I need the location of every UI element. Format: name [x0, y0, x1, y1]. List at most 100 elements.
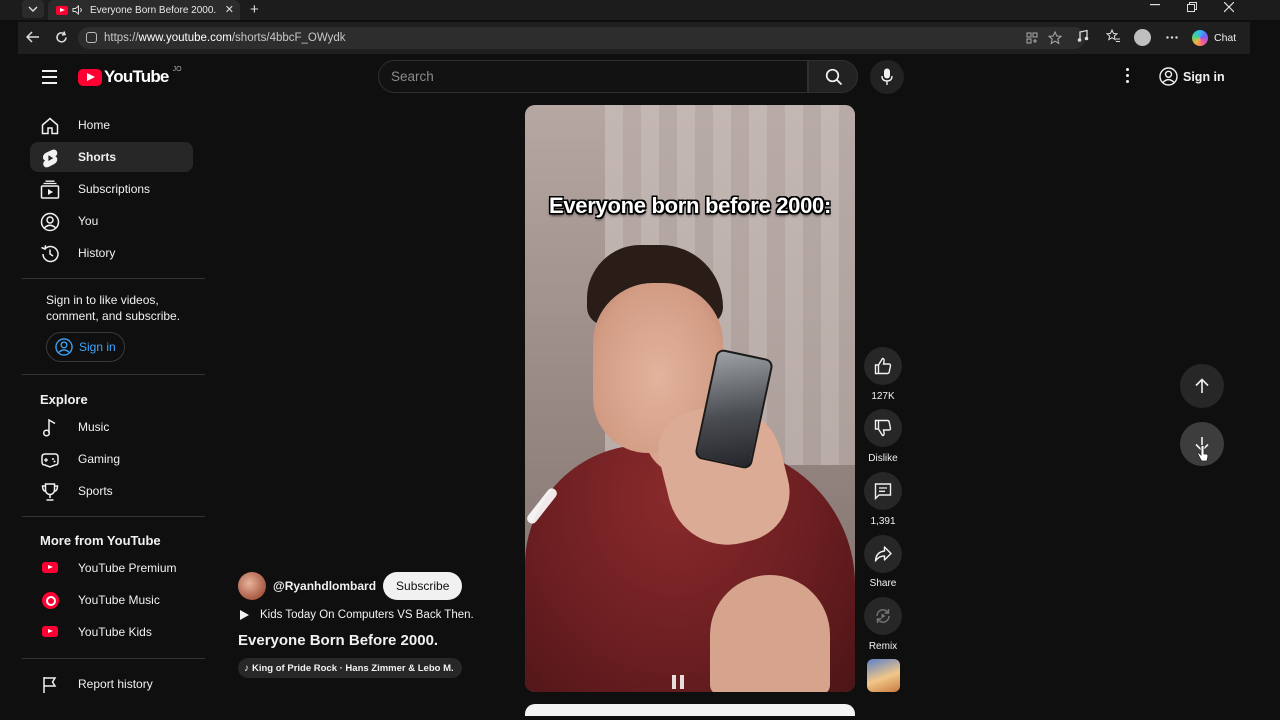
channel-avatar[interactable]: [238, 572, 266, 600]
youtube-kids-icon: [42, 626, 58, 637]
channel-row: @Ryanhdlombard Subscribe: [238, 572, 463, 600]
reload-icon[interactable]: [55, 31, 68, 44]
share-button[interactable]: [864, 535, 902, 573]
sidebar-item-history[interactable]: History: [30, 238, 193, 268]
menu-icon[interactable]: [42, 70, 57, 88]
more-options-icon[interactable]: [1126, 68, 1130, 86]
subscribe-button[interactable]: Subscribe: [383, 572, 463, 600]
share-label: Share: [869, 578, 897, 589]
subscriptions-icon: [40, 180, 60, 199]
settings-more-icon[interactable]: [1166, 36, 1178, 39]
sidebar-sign-in-button[interactable]: Sign in: [46, 332, 125, 362]
flag-icon: [43, 677, 57, 693]
sign-in-prompt: Sign in to like videos, comment, and sub…: [46, 293, 181, 323]
thumbs-down-icon: [874, 419, 892, 437]
shorts-video-player[interactable]: Everyone born before 2000:: [525, 105, 855, 692]
sidebar-divider: [22, 658, 205, 659]
comments-button[interactable]: [864, 472, 902, 510]
like-count: 127K: [871, 391, 895, 402]
favorite-star-icon[interactable]: [1048, 31, 1062, 45]
browser-toolbar: https://www.youtube.com/shorts/4bbcF_OWy…: [18, 22, 1250, 54]
tab-close-icon[interactable]: ✕: [225, 3, 234, 16]
search-button[interactable]: [808, 60, 858, 93]
sidebar-divider: [22, 278, 205, 279]
back-arrow-icon[interactable]: [26, 31, 40, 43]
microphone-icon: [881, 68, 893, 85]
sidebar-item-subscriptions[interactable]: Subscriptions: [30, 174, 193, 204]
chevron-down-icon: [28, 6, 38, 12]
speaker-icon[interactable]: [72, 5, 84, 15]
dislike-button[interactable]: [864, 409, 902, 447]
youtube-favicon-icon: [56, 5, 68, 15]
like-button[interactable]: [864, 347, 902, 385]
you-icon: [40, 212, 60, 232]
video-caption: Everyone born before 2000:: [549, 193, 831, 218]
channel-name[interactable]: @Ryanhdlombard: [273, 579, 376, 593]
audio-thumbnail[interactable]: [867, 659, 900, 692]
sidebar-item-youtube-music[interactable]: YouTube Music: [30, 585, 193, 615]
tab-title: Everyone Born Before 2000. -: [90, 4, 218, 16]
mouse-cursor-icon: [1197, 445, 1209, 462]
youtube-play-icon: [78, 68, 102, 86]
music-note-icon: [42, 418, 56, 437]
comment-count: 1,391: [870, 516, 896, 527]
new-tab-button[interactable]: +: [250, 1, 259, 18]
previous-short-button[interactable]: [1180, 364, 1224, 408]
browser-tab-active[interactable]: Everyone Born Before 2000. - ✕: [48, 0, 240, 20]
masthead: YouTube JO Sign in: [22, 56, 1245, 98]
sidebar-item-home[interactable]: Home: [30, 110, 193, 140]
voice-search-button[interactable]: [870, 60, 904, 94]
copilot-icon: [1192, 30, 1208, 46]
sidebar-item-shorts[interactable]: Shorts: [30, 142, 193, 172]
sign-in-button[interactable]: Sign in: [1159, 67, 1225, 86]
youtube-premium-icon: [42, 562, 58, 573]
address-bar[interactable]: https://www.youtube.com/shorts/4bbcF_OWy…: [78, 27, 1085, 49]
music-pill[interactable]: ♪ King of Pride Rock · Hans Zimmer & Leb…: [238, 658, 462, 678]
copilot-chat-button[interactable]: Chat: [1192, 28, 1236, 48]
account-circle-icon: [55, 338, 73, 356]
search-box: [378, 60, 808, 93]
window-close-icon[interactable]: [1224, 2, 1234, 16]
favorites-icon[interactable]: [1106, 29, 1121, 43]
trophy-icon: [41, 483, 59, 501]
music-note-icon: ♪: [244, 662, 249, 674]
play-icon: [240, 610, 249, 620]
playlist-link[interactable]: Kids Today On Computers VS Back Then.: [240, 609, 474, 621]
comment-icon: [874, 483, 892, 500]
search-icon: [825, 68, 843, 86]
next-short-preview[interactable]: [525, 704, 855, 716]
sidebar-divider: [22, 374, 205, 375]
video-title[interactable]: Everyone Born Before 2000.: [238, 632, 438, 649]
remix-icon: [876, 609, 890, 623]
sidebar-item-gaming[interactable]: Gaming: [30, 444, 193, 474]
restore-icon[interactable]: [1187, 2, 1197, 16]
youtube-logo[interactable]: YouTube JO: [78, 66, 182, 87]
sidebar-item-report-history[interactable]: Report history: [30, 669, 193, 699]
sidebar-divider: [22, 516, 205, 517]
remix-button[interactable]: [864, 597, 902, 635]
url-text: https://www.youtube.com/shorts/4bbcF_OWy…: [104, 32, 346, 44]
home-icon: [41, 117, 59, 135]
thumbs-up-icon: [874, 357, 892, 375]
pause-icon[interactable]: [672, 675, 688, 692]
share-icon: [874, 546, 892, 562]
remix-label: Remix: [868, 641, 898, 652]
sidebar-item-youtube-premium[interactable]: YouTube Premium: [30, 553, 193, 583]
more-from-youtube-heading: More from YouTube: [40, 533, 161, 548]
shorts-icon: [42, 149, 58, 168]
tab-list-button[interactable]: [22, 0, 44, 18]
account-circle-icon: [1159, 67, 1178, 86]
dislike-label: Dislike: [868, 453, 898, 464]
sidebar-item-youtube-kids[interactable]: YouTube Kids: [30, 617, 193, 647]
history-icon: [41, 245, 59, 263]
profile-avatar[interactable]: [1134, 29, 1151, 46]
site-info-icon[interactable]: [86, 32, 97, 43]
sidebar-item-music[interactable]: Music: [30, 412, 193, 442]
sidebar-item-you[interactable]: You: [30, 206, 193, 236]
app-available-icon[interactable]: [1026, 32, 1038, 44]
sidebar-item-sports[interactable]: Sports: [30, 476, 193, 506]
search-input[interactable]: [391, 69, 791, 84]
minimize-icon[interactable]: [1150, 4, 1160, 18]
media-control-icon[interactable]: [1077, 29, 1091, 43]
arrow-up-icon: [1195, 378, 1209, 393]
